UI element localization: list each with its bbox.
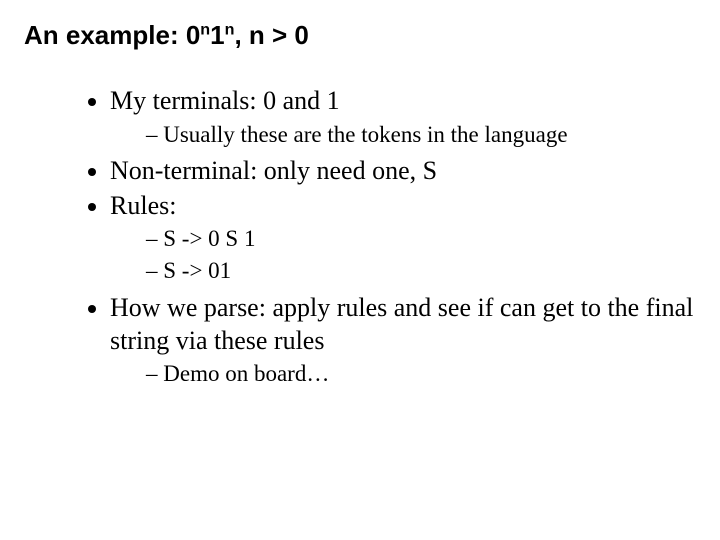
bullet-1: My terminals: 0 and 1 Usually these are … bbox=[110, 85, 696, 149]
bullet-3-sub-2: S -> 01 bbox=[146, 256, 696, 286]
bullet-4-sublist: Demo on board… bbox=[110, 359, 696, 389]
bullet-1-text: My terminals: 0 and 1 bbox=[110, 86, 340, 115]
slide-title: An example: 0n1n, n > 0 bbox=[24, 20, 696, 51]
bullet-3-sublist: S -> 0 S 1 S -> 01 bbox=[110, 224, 696, 286]
title-sup-2: n bbox=[225, 20, 235, 38]
title-sup-1: n bbox=[200, 20, 210, 38]
bullet-1-sub-1: Usually these are the tokens in the lang… bbox=[146, 120, 696, 150]
bullet-4: How we parse: apply rules and see if can… bbox=[110, 292, 696, 389]
bullet-3-sub-1: S -> 0 S 1 bbox=[146, 224, 696, 254]
bullet-1-sublist: Usually these are the tokens in the lang… bbox=[110, 120, 696, 150]
bullet-list: My terminals: 0 and 1 Usually these are … bbox=[24, 85, 696, 389]
title-prefix: An example: 0 bbox=[24, 20, 200, 50]
bullet-3-text: Rules: bbox=[110, 191, 176, 220]
bullet-2: Non-terminal: only need one, S bbox=[110, 155, 696, 188]
title-suffix: , n > 0 bbox=[234, 20, 308, 50]
bullet-3: Rules: S -> 0 S 1 S -> 01 bbox=[110, 190, 696, 286]
bullet-4-text: How we parse: apply rules and see if can… bbox=[110, 293, 693, 355]
bullet-4-sub-1: Demo on board… bbox=[146, 359, 696, 389]
slide: An example: 0n1n, n > 0 My terminals: 0 … bbox=[0, 0, 720, 540]
title-mid: 1 bbox=[210, 20, 224, 50]
